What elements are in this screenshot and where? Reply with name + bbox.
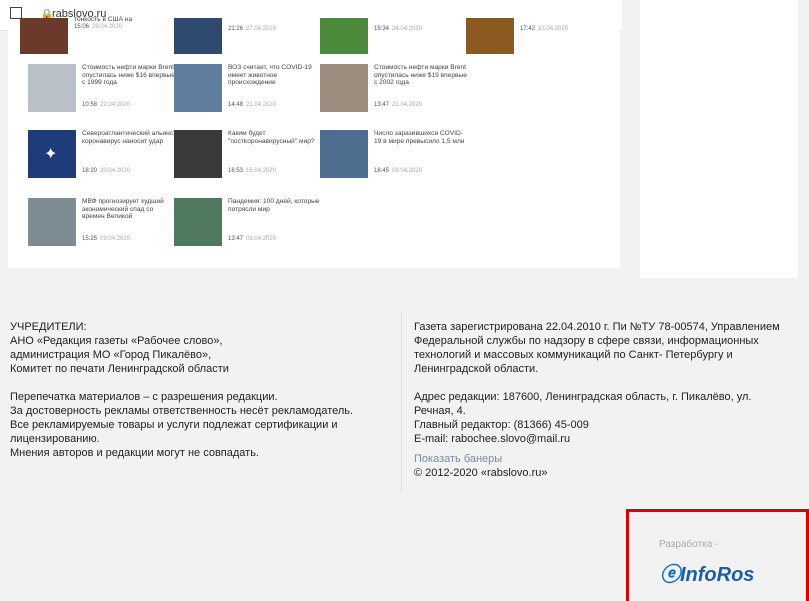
developer-label: Разработка - [659,539,719,550]
news-title[interactable]: Пандемия: 100 дней, которые потрясли мир [228,198,323,213]
right-sidebar [640,0,798,278]
news-title[interactable]: Число заразившихся COVID-19 в мире превы… [374,130,469,145]
news-date: 13:47 21.04.2020 [374,102,423,108]
news-title[interactable]: МВФ прогнозирует худший экономический сп… [82,198,177,221]
news-item[interactable]: Стоимость нефти марки Brent опустилась н… [320,64,470,116]
address-text: Адрес редакции: 187600, Ленинградская об… [414,391,752,417]
news-thumb [320,18,368,54]
news-date: 15:25 09.04.2020 [82,236,131,242]
nato-icon: ✦ [44,146,58,163]
news-thumb [320,64,368,112]
news-title[interactable]: Североатлантический альянс: коронавирус … [82,130,177,145]
news-thumb [174,198,222,246]
footer-note: Все рекламируемые товары и услуги подлеж… [10,419,338,445]
news-title[interactable]: Стоимость нефти марки Brent опустилась н… [374,64,469,87]
news-item[interactable]: 21:26 27.04.2020 [174,10,324,62]
inforos-logo-icon: ⓔ [660,564,680,586]
news-title[interactable]: Каким будет "постkoронавирусный" мир? [228,130,323,145]
footer-divider [401,312,402,492]
news-date: 19:34 24.04.2020 [374,26,423,32]
show-banners-link[interactable]: Показать банеры [414,452,794,466]
news-item[interactable]: МВФ прогнозирует худший экономический сп… [28,198,178,250]
footer-note: Перепечатка материалов – с разрешения ре… [10,391,278,403]
news-thumb [466,18,514,54]
footer-note: Мнения авторов и редакции могут не совпа… [10,447,259,459]
developer-highlight-box [626,509,809,601]
news-thumb [320,130,368,178]
inforos-logo[interactable]: ⓔInfoRos [660,558,754,587]
news-date: 21:26 27.04.2020 [228,26,277,32]
news-title[interactable]: тонкость в США на [74,16,169,24]
news-thumb [20,18,68,54]
founder-line: АНО «Редакция газеты «Рабочее слово», [10,335,223,347]
news-item[interactable]: Пандемия: 100 дней, которые потрясли мир… [174,198,324,250]
news-date: 17:42 23.04.2020 [520,26,569,32]
founder-line: администрация МО «Город Пикалёво», [10,349,212,361]
founders-heading: УЧРЕДИТЕЛИ: [10,321,87,333]
news-thumb [28,198,76,246]
news-title[interactable]: ВОЗ считает, что COVID-19 имеет животное… [228,64,323,87]
news-panel: тонкость в США на 15:06 29.04.2020 21:26 2… [8,16,620,268]
news-date: 10:58 22.04.2020 [82,102,131,108]
news-date: 13:47 09.04.2020 [228,236,277,242]
editor-text: Главный редактор: (81366) 45-009 [414,419,589,431]
copyright-text: © 2012-2020 «rabslovo.ru» [414,467,548,479]
news-thumb: ✦ [28,130,76,178]
news-date: 16:53 15.04.2020 [228,168,277,174]
news-item[interactable]: ✦ Североатлантический альянс: коронавиру… [28,130,178,182]
news-thumb [174,130,222,178]
news-thumb [28,64,76,112]
news-date: 15:06 29.04.2020 [74,24,123,30]
news-thumb [174,64,222,112]
news-date: 14:48 21.04.2020 [228,102,277,108]
news-item[interactable]: 17:42 23.04.2020 [466,10,616,62]
footer-right: Газета зарегистрирована 22.04.2010 г. Пи… [414,320,794,480]
registration-text: Газета зарегистрирована 22.04.2010 г. Пи… [414,321,780,375]
founder-line: Комитет по печати Ленинградской области [10,363,229,375]
footer-left: УЧРЕДИТЕЛИ: АНО «Редакция газеты «Рабоче… [10,320,400,460]
news-item[interactable]: Каким будет "постkoронавирусный" мир? 16… [174,130,324,182]
news-title[interactable]: Стоимость нефти марки Brent опустилась н… [82,64,177,87]
news-item[interactable]: Стоимость нефти марки Brent опустилась н… [28,64,178,116]
news-item[interactable]: тонкость в США на 15:06 29.04.2020 [20,10,170,62]
news-thumb [174,18,222,54]
email-text: E-mail: rabochee.slovo@mail.ru [414,433,571,445]
news-item[interactable]: 19:34 24.04.2020 [320,10,470,62]
news-date: 18:45 09.04.2020 [374,168,423,174]
news-date: 18:20 20.04.2020 [82,168,131,174]
news-item[interactable]: Число заразившихся COVID-19 в мире превы… [320,130,470,182]
footer-note: За достоверность рекламы ответственность… [10,405,354,417]
news-item[interactable]: ВОЗ считает, что COVID-19 имеет животное… [174,64,324,116]
